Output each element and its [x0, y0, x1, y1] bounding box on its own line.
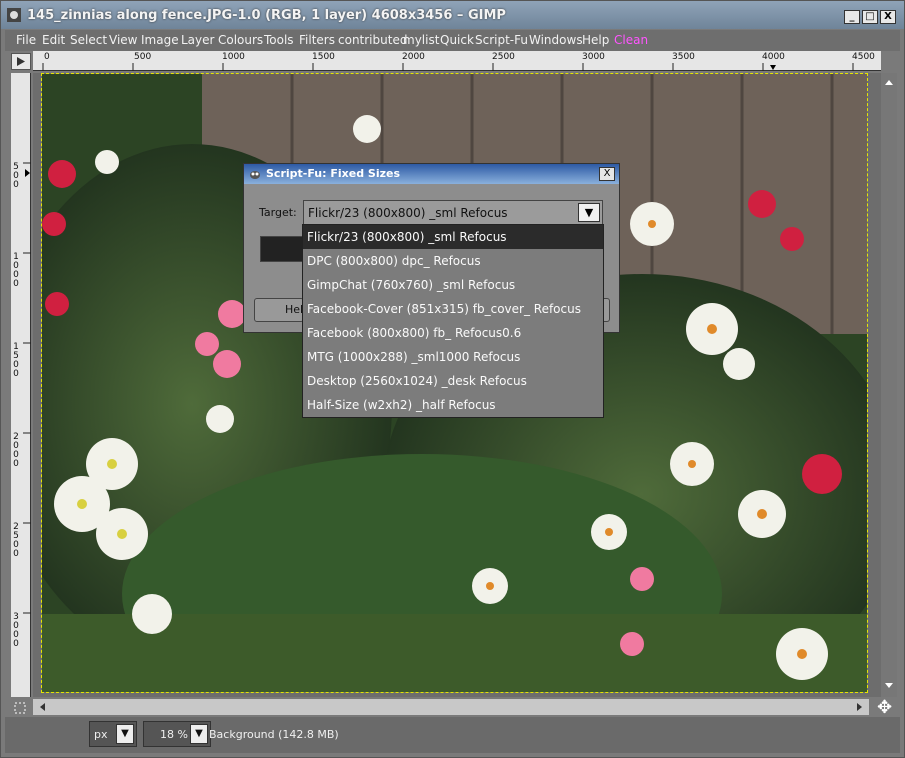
progress-bar [260, 236, 306, 262]
ruler-label: 1000 [222, 52, 245, 62]
vertical-ruler[interactable]: 500 1000 1500 2000 2500 3000 [11, 73, 31, 697]
zoom-to-selection-icon[interactable] [13, 701, 27, 715]
ruler-label: 1500 [312, 52, 335, 62]
gimp-wilber-icon [250, 171, 260, 179]
chevron-down-icon: ▼ [190, 724, 208, 744]
scroll-left-arrow-icon [40, 703, 45, 711]
menu-layer[interactable]: Layer [181, 33, 214, 47]
ruler-label: 2000 [402, 52, 425, 62]
dropdown-option-mtg[interactable]: MTG (1000x288) _sml1000 Refocus [303, 345, 603, 369]
scroll-down-arrow-icon [885, 683, 893, 688]
navigate-icon[interactable]: ✥ [877, 697, 897, 718]
menu-filters[interactable]: Filters [299, 33, 335, 47]
menu-colours[interactable]: Colours [218, 33, 263, 47]
zoom-value: 18 % [160, 728, 188, 741]
ruler-label: 3000 [13, 612, 19, 649]
maximize-button[interactable]: □ [862, 10, 878, 24]
target-label: Target: [259, 206, 297, 219]
menu-file[interactable]: File [16, 33, 36, 47]
horizontal-ruler[interactable]: 0 500 1000 1500 2000 2500 3000 3500 4000… [33, 51, 881, 71]
menu-quick[interactable]: Quick [440, 33, 474, 47]
chevron-down-icon: ▼ [578, 203, 600, 222]
dialog-close-button[interactable]: X [599, 167, 615, 181]
dialog-title: Script-Fu: Fixed Sizes [266, 167, 401, 180]
dropdown-option-desktop[interactable]: Desktop (2560x1024) _desk Refocus [303, 369, 603, 393]
minimize-button[interactable]: _ [844, 10, 860, 24]
ruler-label: 3000 [582, 52, 605, 62]
menu-windows[interactable]: Windows [529, 33, 583, 47]
menu-view[interactable]: View [109, 33, 137, 47]
ruler-label: 3500 [672, 52, 695, 62]
menu-image[interactable]: Image [141, 33, 179, 47]
menu-contributed[interactable]: contributed [338, 33, 407, 47]
dropdown-option-facebook-cover[interactable]: Facebook-Cover (851x315) fb_cover_ Refoc… [303, 297, 603, 321]
menu-edit[interactable]: Edit [42, 33, 65, 47]
zoom-selector[interactable]: 18 % ▼ [143, 721, 211, 747]
ruler-label: 2000 [13, 432, 19, 469]
unit-selector[interactable]: px ▼ [89, 721, 137, 747]
status-message: Background (142.8 MB) [209, 728, 339, 741]
vertical-scrollbar[interactable] [881, 73, 897, 697]
scroll-up-arrow-icon [885, 80, 893, 85]
dropdown-option-flickr[interactable]: Flickr/23 (800x800) _sml Refocus [303, 225, 603, 249]
scroll-right-arrow-icon [857, 703, 862, 711]
dropdown-option-dpc[interactable]: DPC (800x800) dpc_ Refocus [303, 249, 603, 273]
unit-value: px [94, 728, 108, 741]
ruler-label: 500 [13, 162, 19, 190]
ruler-label: 1000 [13, 252, 19, 289]
dropdown-option-facebook[interactable]: Facebook (800x800) fb_ Refocus0.6 [303, 321, 603, 345]
target-dropdown-list: Flickr/23 (800x800) _sml Refocus DPC (80… [302, 224, 604, 418]
menubar: File Edit Select View Image Layer Colour… [5, 30, 900, 51]
menu-script-fu[interactable]: Script-Fu [475, 33, 528, 47]
ruler-label: 1500 [13, 342, 19, 379]
menu-select[interactable]: Select [70, 33, 107, 47]
ruler-label: 500 [134, 52, 152, 62]
ruler-label: 0 [44, 52, 50, 62]
gimp-app-icon [7, 8, 21, 22]
menu-clean[interactable]: Clean [614, 33, 648, 47]
window-close-button[interactable]: X [880, 10, 896, 24]
dialog-titlebar[interactable]: Script-Fu: Fixed Sizes X [244, 164, 619, 184]
dropdown-option-gimpchat[interactable]: GimpChat (760x760) _sml Refocus [303, 273, 603, 297]
help-button[interactable]: Help [254, 298, 310, 322]
ruler-label: 4000 [762, 52, 785, 62]
dropdown-option-half-size[interactable]: Half-Size (w2xh2) _half Refocus [303, 393, 603, 417]
ruler-label: 4500 [852, 52, 875, 62]
ruler-label: 2500 [13, 522, 19, 559]
horizontal-scrollbar[interactable] [33, 699, 869, 715]
status-bar: px ▼ 18 % ▼ Background (142.8 MB) [5, 717, 900, 753]
play-arrow-icon [17, 57, 25, 66]
menu-help[interactable]: Help [582, 33, 609, 47]
target-selected-value: Flickr/23 (800x800) _sml Refocus [308, 206, 508, 220]
quick-mask-toggle[interactable] [11, 53, 31, 70]
ruler-ticks [42, 63, 854, 71]
chevron-down-icon: ▼ [116, 724, 134, 744]
window-title: 145_zinnias along fence.JPG-1.0 (RGB, 1 … [27, 8, 506, 23]
menu-tools[interactable]: Tools [264, 33, 294, 47]
menu-mylist[interactable]: mylist [403, 33, 439, 47]
target-combobox[interactable]: Flickr/23 (800x800) _sml Refocus ▼ [303, 200, 603, 225]
window-titlebar[interactable]: 145_zinnias along fence.JPG-1.0 (RGB, 1 … [1, 1, 904, 29]
ruler-label: 2500 [492, 52, 515, 62]
